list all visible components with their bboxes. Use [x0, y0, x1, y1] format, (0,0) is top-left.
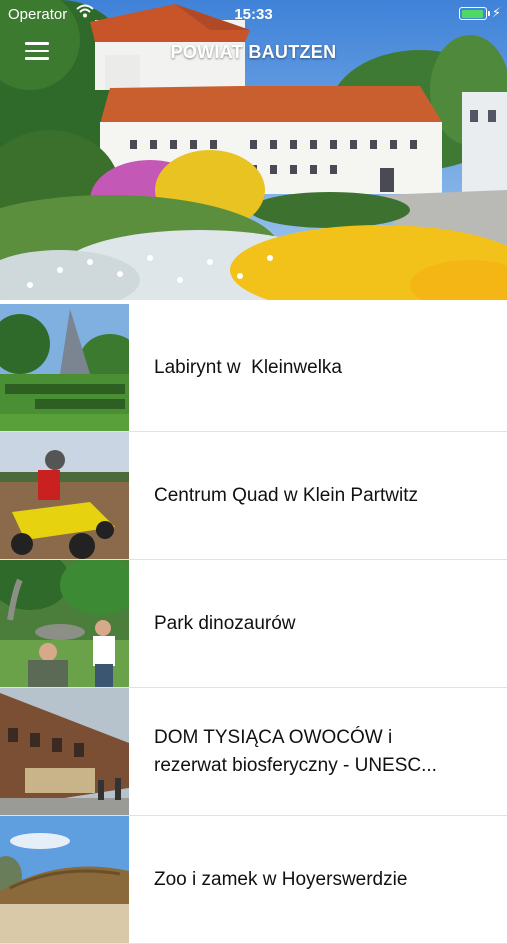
list-item-thumbnail: [0, 688, 129, 815]
battery-icon: [459, 7, 490, 20]
list-item-thumbnail: [0, 816, 129, 943]
list-item[interactable]: Zoo i zamek w Hoyerswerdzie: [0, 816, 507, 944]
status-bar: Operator 15:33 ⚡: [0, 0, 507, 28]
clock-label: 15:33: [234, 6, 273, 23]
attractions-list: Labirynt w Kleinwelka Centrum Quad w Kle…: [0, 304, 507, 944]
list-item[interactable]: DOM TYSIĄCA OWOCÓW i rezerwat biosferycz…: [0, 688, 507, 816]
list-item-thumbnail: [0, 304, 129, 431]
list-item-thumbnail: [0, 560, 129, 687]
charging-bolt-icon: ⚡: [491, 5, 501, 20]
list-item-title: Zoo i zamek w Hoyerswerdzie: [154, 868, 408, 890]
list-item[interactable]: Labirynt w Kleinwelka: [0, 304, 507, 432]
list-item-title: Centrum Quad w Klein Partwitz: [154, 484, 418, 506]
list-item-title: Park dinozaurów: [154, 612, 296, 634]
list-item-title: Labirynt w Kleinwelka: [154, 356, 342, 378]
page-title: POWIAT BAUTZEN: [170, 42, 337, 62]
list-item-thumbnail: [0, 432, 129, 559]
list-item[interactable]: Centrum Quad w Klein Partwitz: [0, 432, 507, 560]
header-hero-image: Operator 15:33 ⚡ POWIAT BAUTZEN: [0, 0, 507, 300]
list-item[interactable]: Park dinozaurów: [0, 560, 507, 688]
nav-bar: POWIAT BAUTZEN: [0, 28, 507, 76]
list-item-title: DOM TYSIĄCA OWOCÓW i rezerwat biosferycz…: [154, 726, 437, 776]
